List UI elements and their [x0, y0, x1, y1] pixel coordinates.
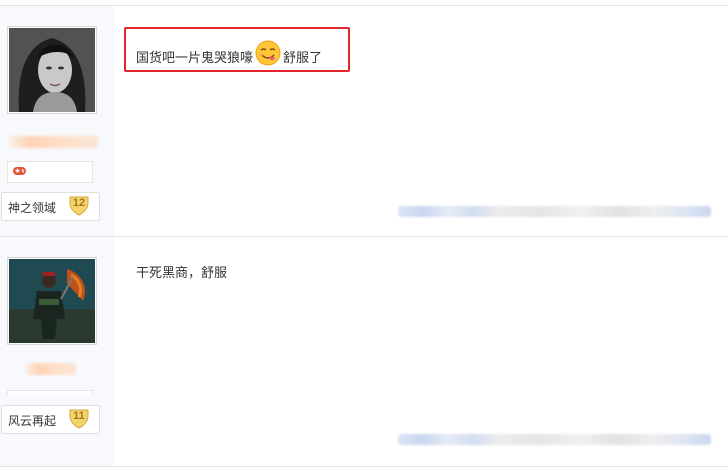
post-1: 神之领域 12 国货吧一片鬼哭狼嚎 舒服了	[0, 5, 728, 237]
username-blurred[interactable]	[26, 363, 76, 375]
forum-level-badge[interactable]: 神之领域 12	[1, 192, 100, 221]
author-sidebar: 神之领域 12	[0, 6, 115, 236]
post-content: 国货吧一片鬼哭狼嚎 舒服了	[136, 40, 322, 66]
gamepad-icon	[13, 167, 26, 175]
avatar[interactable]	[7, 257, 97, 345]
post-2: 风云再起 11 干死黑商，舒服	[0, 237, 728, 467]
user-icon-strip	[7, 161, 93, 183]
smiley-tongue-icon	[255, 40, 281, 66]
post-content: 干死黑商，舒服	[136, 262, 227, 281]
badge-level: 12	[72, 197, 86, 209]
user-icon-strip	[7, 390, 93, 395]
avatar-image	[9, 28, 95, 112]
forum-level-badge[interactable]: 风云再起 11	[1, 405, 100, 434]
username-blurred[interactable]	[8, 136, 98, 148]
post-meta-blurred	[398, 206, 711, 217]
badge-title: 风云再起	[8, 414, 57, 428]
post-meta-blurred	[398, 434, 711, 445]
author-sidebar: 风云再起 11	[0, 237, 115, 466]
avatar[interactable]	[7, 26, 97, 114]
badge-level: 11	[73, 410, 85, 422]
avatar-image	[9, 259, 95, 343]
post-text: 干死黑商，舒服	[136, 265, 228, 280]
post-text: 国货吧一片鬼哭狼嚎	[136, 50, 254, 65]
badge-title: 神之领域	[8, 201, 57, 215]
post-text-suffix: 舒服了	[283, 50, 323, 65]
